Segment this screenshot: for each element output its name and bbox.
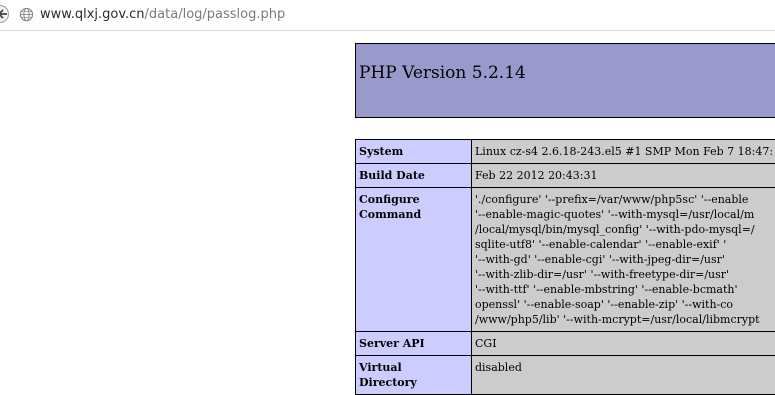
row-key: System [356, 140, 472, 164]
table-row: Server API CGI [356, 332, 775, 356]
row-key: ConfigureCommand [356, 188, 472, 332]
back-button[interactable] [0, 5, 9, 23]
back-arrow-icon [0, 9, 7, 19]
row-key: VirtualDirectory [356, 356, 472, 395]
url-host: www.qlxj.gov.cn [40, 7, 145, 22]
row-value-text: CGI [475, 336, 775, 351]
row-key-text: System [359, 144, 468, 159]
globe-icon [19, 7, 34, 22]
table-row: ConfigureCommand'./configure' '--prefix=… [356, 188, 775, 332]
table-row: VirtualDirectorydisabled [356, 356, 775, 395]
page-title: PHP Version 5.2.14 [359, 63, 526, 83]
row-value: CGI [472, 332, 775, 356]
row-value-text: openssl' '--enable-soap' '--enable-zip' … [475, 297, 775, 312]
row-value-text: '--with-ttf' '--enable-mbstring' '--enab… [475, 282, 775, 297]
table-row: System Linux cz-s4 2.6.18-243.el5 #1 SMP … [356, 140, 775, 164]
row-value-text: /local/mysql/bin/mysql_config' '--with-p… [475, 222, 775, 237]
row-key-text: Directory [359, 375, 468, 390]
row-value-text: '--enable-magic-quotes' '--with-mysql=/u… [475, 207, 775, 222]
row-key-text: Virtual [359, 360, 468, 375]
row-value: Feb 22 2012 20:43:31 [472, 164, 775, 188]
row-value-text: /www/php5/lib' '--with-mcrypt=/usr/local… [475, 312, 775, 327]
row-key-text: Build Date [359, 168, 468, 183]
url-text[interactable]: www.qlxj.gov.cn/data/log/passlog.php [40, 7, 285, 23]
row-value-text: sqlite-utf8' '--enable-calendar' '--enab… [475, 237, 775, 252]
row-key-text: Server API [359, 336, 468, 351]
php-version-header: PHP Version 5.2.14 [355, 43, 775, 118]
phpinfo-table: System Linux cz-s4 2.6.18-243.el5 #1 SMP … [355, 139, 775, 395]
row-key-text: Configure [359, 192, 468, 207]
row-value-text: './configure' '--prefix=/var/www/php5sc'… [475, 192, 775, 207]
row-value: disabled [472, 356, 775, 395]
table-row: Build Date Feb 22 2012 20:43:31 [356, 164, 775, 188]
row-key: Server API [356, 332, 472, 356]
row-value-text: '--with-gd' '--enable-cgi' '--with-jpeg-… [475, 252, 775, 267]
row-key-text: Command [359, 207, 468, 222]
row-value: './configure' '--prefix=/var/www/php5sc'… [472, 188, 775, 332]
url-path: /data/log/passlog.php [145, 7, 286, 22]
address-bar[interactable]: www.qlxj.gov.cn/data/log/passlog.php [0, 0, 775, 31]
row-value: Linux cz-s4 2.6.18-243.el5 #1 SMP Mon Fe… [472, 140, 775, 164]
row-value-text: disabled [475, 360, 775, 375]
row-value-text: '--with-zlib-dir=/usr' '--with-freetype-… [475, 267, 775, 282]
row-value-text: Linux cz-s4 2.6.18-243.el5 #1 SMP Mon Fe… [475, 144, 775, 159]
row-value-text: Feb 22 2012 20:43:31 [475, 168, 775, 183]
row-key: Build Date [356, 164, 472, 188]
